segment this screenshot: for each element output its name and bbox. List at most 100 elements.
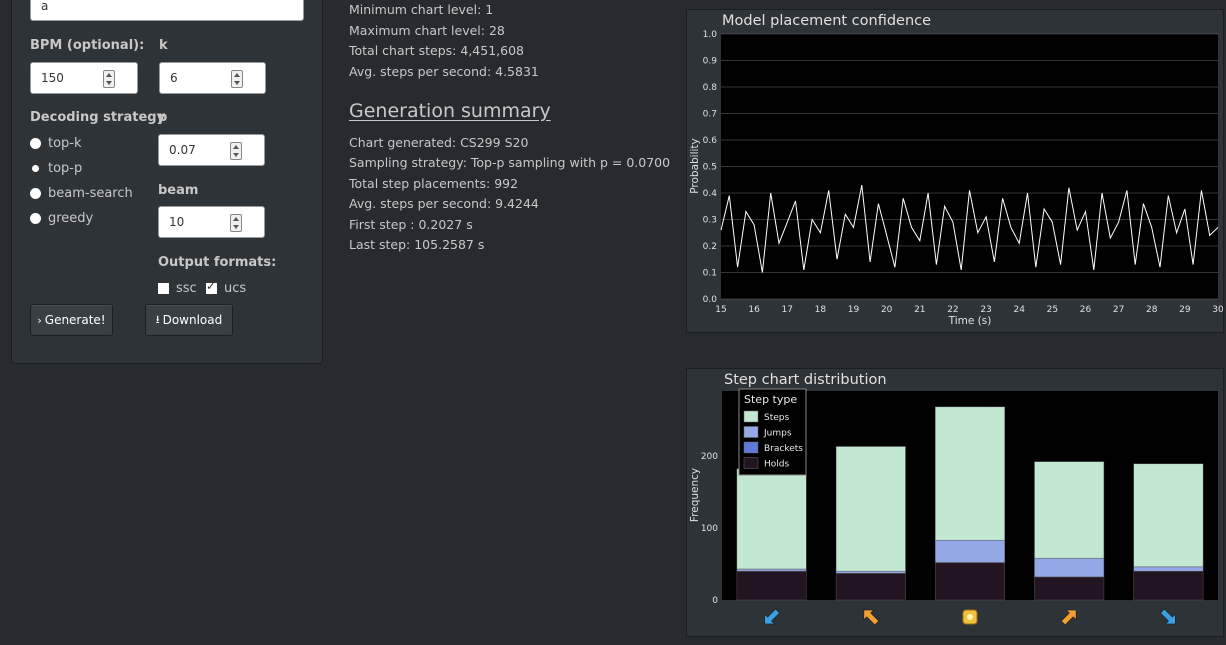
distribution-chart: Step chart distribution 0 100 200 Frequenc… [689, 372, 1218, 626]
x-tick-label: 18 [815, 305, 827, 315]
legend-title: Step type [744, 393, 797, 406]
strategy-greedy[interactable]: greedy [30, 209, 93, 227]
bar-segment-steps [1034, 461, 1105, 559]
y-tick-label: 0.4 [703, 189, 718, 199]
format-label: ssc [176, 281, 197, 296]
stat-line: Maximum chart level: 28 [349, 23, 505, 38]
chart-title: Model placement confidence [722, 13, 931, 29]
bar-segment-holds [935, 562, 1005, 601]
x-tick-label: 28 [1146, 305, 1158, 315]
k-value: 6 [170, 71, 178, 85]
download-label: Download [162, 313, 223, 327]
strategy-top-p[interactable]: top-p [30, 159, 82, 177]
x-tick-label: 16 [748, 305, 760, 315]
bar-segment-holds [736, 570, 807, 601]
p-label: p [158, 110, 168, 125]
p-spinner[interactable] [230, 142, 242, 160]
stat-line: Minimum chart level: 1 [349, 2, 494, 17]
confidence-chart: Model placement confidence 0.0 0.1 0.2 0.3 0… [689, 13, 1224, 327]
y-tick-label: 0.0 [703, 295, 718, 305]
y-tick-label: 100 [701, 524, 718, 534]
bar-segment-steps [935, 406, 1005, 541]
strategy-beam-search[interactable]: beam-search [30, 184, 133, 202]
checkbox-ucs[interactable] [206, 279, 217, 294]
legend-swatch [743, 426, 759, 438]
y-tick-label: 0.9 [703, 57, 718, 67]
legend-swatch [743, 410, 759, 423]
y-tick-label: 0 [712, 596, 718, 606]
up-left-arrow-icon [863, 609, 880, 626]
summary-line: Sampling strategy: Top-p sampling with p… [349, 155, 671, 170]
bar-segment-jumps [835, 570, 906, 574]
k-spinner[interactable] [231, 70, 243, 88]
legend-swatch [743, 457, 759, 469]
legend-label: Steps [764, 413, 789, 423]
strategy-top-k[interactable]: top-k [30, 134, 82, 152]
bar-segment-jumps [935, 539, 1005, 563]
legend: Step type Steps Jumps Brackets Holds [738, 388, 807, 476]
x-tick-label: 15 [715, 305, 726, 315]
bpm-label: BPM (optional): [30, 38, 145, 53]
strategy-label: greedy [48, 210, 94, 226]
radio-top-k[interactable] [30, 137, 41, 149]
beam-spinner[interactable] [230, 214, 242, 232]
format-ssc[interactable]: ssc [158, 281, 197, 296]
y-tick-label: 1.0 [703, 30, 718, 40]
summary-line: Last step: 105.2587 s [349, 237, 485, 252]
x-tick-label: 24 [1013, 305, 1025, 315]
generation-summary-title: Generation summary [349, 100, 551, 122]
generate-label: Generate! [44, 313, 106, 327]
bpm-spinner[interactable] [103, 70, 115, 88]
radio-top-p[interactable] [30, 162, 41, 174]
k-label: k [159, 38, 168, 53]
bar-segment-jumps [1133, 566, 1204, 572]
chart-title: Step chart distribution [724, 372, 887, 388]
confidence-figure: Model placement confidence 0.0 0.1 0.2 0.3 0… [686, 9, 1224, 333]
radio-greedy[interactable] [30, 212, 41, 224]
x-tick-label: 22 [947, 305, 958, 315]
control-panel: a BPM (optional): k 150 6 Decoding strat… [11, 0, 323, 364]
summary-line: First step : 0.2027 s [349, 217, 473, 232]
format-ucs[interactable]: ucs [206, 279, 247, 296]
bar-segment-holds [1133, 570, 1204, 601]
legend-label: Holds [764, 460, 789, 470]
legend-label: Jumps [763, 429, 792, 439]
stat-line: Avg. steps per second: 4.5831 [349, 64, 539, 79]
distribution-figure: Step chart distribution 0 100 200 Frequenc… [686, 368, 1224, 637]
x-tick-label: 29 [1179, 305, 1191, 315]
x-tick-label: 20 [881, 305, 893, 315]
format-label: ucs [224, 281, 247, 296]
bpm-input[interactable]: 150 [30, 62, 138, 94]
summary-line: Avg. steps per second: 9.4244 [349, 196, 539, 211]
x-tick-label: 26 [1080, 305, 1092, 315]
generate-button[interactable]: › Generate! [30, 304, 113, 336]
bar-segment-jumps [736, 568, 807, 572]
x-axis-label: Time (s) [948, 315, 992, 327]
strategy-label: top-p [48, 160, 83, 176]
x-tick-label: 21 [914, 305, 925, 315]
bar-segment-steps [736, 468, 807, 570]
y-tick-label: 0.7 [703, 110, 717, 120]
y-tick-label: 0.3 [703, 216, 717, 226]
y-tick-label: 0.6 [703, 136, 718, 146]
download-button[interactable]: ⭳ Download [145, 304, 233, 336]
k-input[interactable]: 6 [159, 62, 266, 94]
legend-swatch [743, 441, 759, 454]
x-tick-label: 25 [1047, 305, 1058, 315]
beam-input[interactable]: 10 [158, 206, 265, 238]
bar-segment-holds [1034, 576, 1105, 601]
x-tick-label: 19 [848, 305, 860, 315]
p-input[interactable]: 0.07 [158, 134, 265, 166]
radio-beam-search[interactable] [30, 187, 41, 199]
beam-label: beam [158, 183, 199, 198]
down-left-arrow-icon [764, 608, 781, 625]
x-tick-label: 27 [1113, 305, 1124, 315]
checkbox-ssc[interactable] [158, 283, 169, 294]
bar-segment-jumps [1034, 557, 1105, 578]
summary-line: Chart generated: CS299 S20 [349, 135, 529, 150]
chart-name-input[interactable]: a [30, 0, 304, 21]
download-icon: ⭳ [155, 312, 160, 326]
x-tick-label: 17 [782, 305, 793, 315]
y-tick-label: 0.8 [703, 83, 718, 93]
y-axis-label: Probability [689, 138, 701, 194]
